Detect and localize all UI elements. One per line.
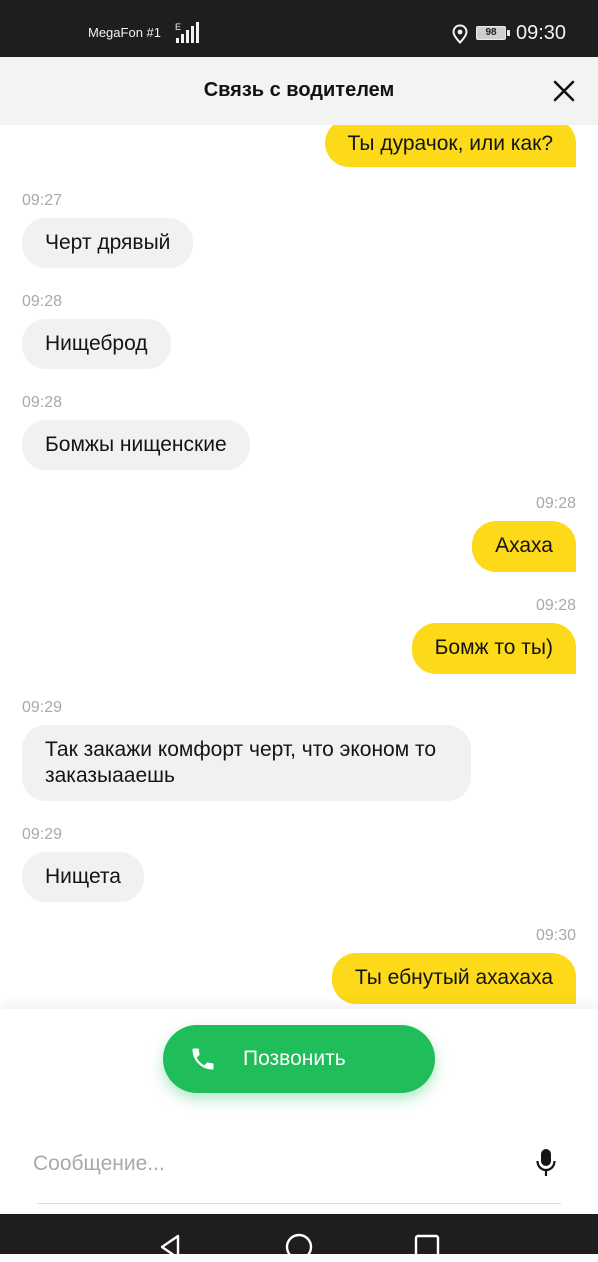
message-text: Так закажи комфорт черт, что эконом то з… — [45, 738, 437, 787]
incoming-message: Нищеброд — [22, 319, 171, 369]
composer-panel: Позвонить — [0, 1009, 598, 1214]
message-text: Ахаха — [495, 534, 553, 557]
call-button[interactable]: Позвонить — [163, 1025, 435, 1093]
battery-icon: 98 — [476, 26, 506, 40]
battery-tip — [507, 30, 510, 36]
microphone-icon[interactable] — [534, 1147, 558, 1179]
incoming-message: Черт дрявый — [22, 218, 194, 268]
outgoing-message: Ты ебнутый ахахаха — [331, 953, 576, 1004]
message-text: Ты дурачок, или как? — [347, 132, 553, 155]
close-icon[interactable] — [548, 75, 580, 107]
message-text: Черт дрявый — [45, 231, 171, 254]
chat-messages[interactable]: Ты дурачок, или как? 09:27 Черт дрявый 0… — [0, 125, 598, 1009]
incoming-message: Бомжы нищенские — [22, 420, 250, 470]
chat-header: Связь с водителем — [0, 57, 598, 125]
status-bar: MegaFon #1 E 98 09:30 — [0, 0, 598, 57]
message-time: 09:28 — [22, 394, 63, 411]
message-text: Ты ебнутый ахахаха — [354, 966, 553, 989]
incoming-message: Нищета — [22, 852, 144, 902]
incoming-message: Так закажи комфорт черт, что эконом то з… — [22, 725, 471, 801]
battery-level: 98 — [485, 27, 497, 38]
outgoing-message: Бомж то ты) — [411, 623, 576, 674]
message-time: 09:28 — [535, 495, 576, 512]
location-icon — [452, 24, 468, 44]
message-input[interactable] — [33, 1149, 513, 1179]
message-text: Бомж то ты) — [434, 636, 553, 659]
outgoing-message: Ахаха — [472, 521, 576, 572]
message-time: 09:30 — [535, 927, 576, 944]
input-underline — [37, 1203, 561, 1204]
message-text: Нищеброд — [45, 332, 148, 355]
system-nav-bar — [0, 1214, 598, 1261]
message-text: Нищета — [45, 865, 121, 888]
phone-icon — [192, 1048, 214, 1070]
back-icon[interactable] — [156, 1232, 186, 1262]
page-title: Связь с водителем — [203, 79, 395, 101]
home-icon[interactable] — [284, 1232, 314, 1262]
status-time: 09:30 — [516, 22, 567, 44]
call-button-label: Позвонить — [243, 1047, 346, 1070]
message-time: 09:27 — [22, 192, 63, 209]
message-time: 09:29 — [22, 826, 63, 843]
recents-icon[interactable] — [412, 1232, 442, 1262]
outgoing-message: Ты дурачок, или как? — [324, 125, 576, 167]
signal-icon: E — [175, 22, 199, 43]
carrier-name: MegaFon #1 — [88, 25, 161, 40]
message-text: Бомжы нищенские — [45, 433, 227, 456]
message-time: 09:28 — [535, 597, 576, 614]
network-type-label: E — [175, 22, 181, 32]
message-time: 09:29 — [22, 699, 63, 716]
message-time: 09:28 — [22, 293, 63, 310]
